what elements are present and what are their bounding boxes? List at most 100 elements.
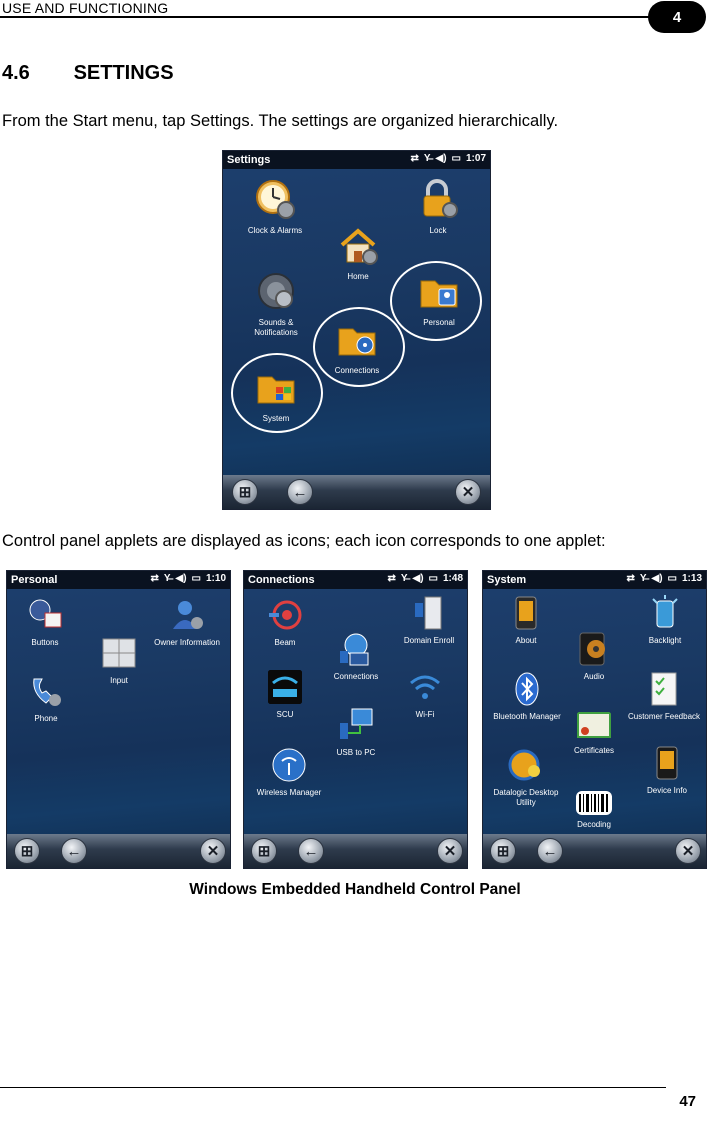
connections-title: Connections [248, 574, 315, 586]
signal-icon: Y̶ [163, 573, 171, 584]
speaker-icon: ◀) [435, 153, 447, 164]
figure-caption: Windows Embedded Handheld Control Panel [189, 881, 521, 898]
highlight-circle [313, 307, 405, 387]
connections-titlebar: Connections ⇄ Y̶ ◀) ▭ 1:48 [244, 571, 467, 589]
datalogic-desktop-utility-applet[interactable]: Datalogic Desktop Utility [489, 747, 563, 808]
bluetooth-icon [515, 672, 539, 706]
phone-applet[interactable]: Phone [21, 673, 71, 724]
owner-info-applet[interactable]: Owner Information [147, 597, 227, 648]
start-button[interactable]: ⊞ [251, 838, 277, 864]
applet-label: Backlight [648, 636, 682, 645]
applet-label: Clock & Alarms [247, 226, 303, 235]
sounds-applet[interactable]: Sounds & Notifications [241, 269, 311, 338]
globe-icon [340, 633, 369, 666]
usb-to-pc-applet[interactable]: USB to PC [330, 707, 382, 758]
back-button[interactable]: ← [287, 479, 313, 505]
device-info-applet[interactable]: Device Info [639, 745, 695, 796]
applet-label: Lock [429, 226, 447, 235]
system-title: System [487, 574, 527, 586]
back-button[interactable]: ← [298, 838, 324, 864]
status-icons: ⇄ Y̶ ◀) ▭ 1:07 [410, 153, 486, 164]
highlight-circle [390, 261, 482, 341]
wifi-icon [410, 675, 440, 699]
applet-label: Beam [274, 638, 296, 647]
scu-applet[interactable]: SCU [260, 669, 310, 720]
system-titlebar: System ⇄ Y̶ ◀) ▭ 1:13 [483, 571, 706, 589]
speaker-icon: ◀) [175, 573, 187, 584]
phone-icon [33, 678, 61, 706]
applet-label: Decoding [577, 820, 611, 829]
back-button[interactable]: ← [61, 838, 87, 864]
clock-alarms-applet[interactable]: Clock & Alarms [237, 177, 313, 236]
input-applet[interactable]: Input [93, 635, 145, 686]
domain-enroll-applet[interactable]: Domain Enroll [394, 595, 464, 646]
owner-icon [173, 601, 203, 629]
server-icon [415, 596, 442, 630]
close-button[interactable]: ✕ [200, 838, 226, 864]
beam-applet[interactable]: Beam [260, 597, 310, 648]
battery-icon: ▭ [191, 573, 201, 584]
wireless-manager-applet[interactable]: Wireless Manager [252, 747, 326, 798]
sync-icon: ⇄ [387, 573, 396, 584]
utility-icon [508, 749, 540, 781]
header-rule [0, 16, 652, 18]
close-button[interactable]: ✕ [437, 838, 463, 864]
sync-icon: ⇄ [410, 153, 419, 164]
sync-icon: ⇄ [150, 573, 159, 584]
audio-applet[interactable]: Audio [571, 631, 617, 682]
applet-label: Domain Enroll [403, 636, 455, 645]
applet-label: Bluetooth Manager [493, 712, 561, 721]
section-name: SETTINGS [73, 62, 174, 84]
certificate-icon [577, 712, 611, 738]
start-button[interactable]: ⊞ [232, 479, 258, 505]
start-button[interactable]: ⊞ [14, 838, 40, 864]
home-applet[interactable]: Home [327, 223, 389, 282]
bottom-bar: ⊞ ← ✕ [223, 475, 490, 509]
battery-icon: ▭ [451, 153, 461, 164]
connections-screenshot: Connections ⇄ Y̶ ◀) ▭ 1:48 Beam Domain E… [243, 570, 468, 869]
certificates-applet[interactable]: Certificates [569, 711, 619, 756]
clock-icon [256, 180, 295, 219]
applet-label: SCU [276, 710, 294, 719]
page-number: 47 [679, 1093, 696, 1110]
connections-item-applet[interactable]: Connections [328, 631, 384, 682]
start-button[interactable]: ⊞ [490, 838, 516, 864]
customer-feedback-applet[interactable]: Customer Feedback [623, 671, 705, 722]
wifi-applet[interactable]: Wi-Fi [400, 669, 450, 720]
applet-label: Input [110, 676, 128, 685]
applet-label: Device Info [646, 786, 688, 795]
highlight-circle [231, 353, 323, 433]
lock-applet[interactable]: Lock [403, 177, 473, 236]
personal-screenshot: Personal ⇄ Y̶ ◀) ▭ 1:10 Buttons Owner In… [6, 570, 231, 869]
antenna-icon [272, 748, 306, 782]
clock-time: 1:07 [465, 153, 486, 164]
usb-icon [340, 708, 373, 739]
section-title: 4.6 SETTINGS [2, 62, 174, 85]
about-applet[interactable]: About [501, 595, 551, 646]
bottom-bar: ⊞ ← ✕ [483, 834, 706, 868]
settings-screenshot: Settings ⇄ Y̶ ◀) ▭ 1:07 Clock & Alarms L… [222, 150, 491, 510]
lock-icon [423, 179, 458, 218]
buttons-applet[interactable]: Buttons [17, 597, 73, 648]
applet-label: Wireless Manager [256, 788, 322, 797]
audio-icon [579, 632, 605, 666]
clock-time: 1:13 [681, 573, 702, 584]
backlight-applet[interactable]: Backlight [637, 595, 693, 646]
settings-titlebar: Settings ⇄ Y̶ ◀) ▭ 1:07 [223, 151, 490, 169]
back-button[interactable]: ← [537, 838, 563, 864]
applet-label: Datalogic Desktop Utility [493, 788, 559, 807]
beam-icon [269, 600, 302, 630]
applet-label: Connections [333, 672, 379, 681]
applet-label: USB to PC [336, 748, 376, 757]
sync-icon: ⇄ [626, 573, 635, 584]
status-icons: ⇄ Y̶ ◀) ▭ 1:13 [626, 573, 702, 584]
applet-label: Wi-Fi [415, 710, 435, 719]
decoding-applet[interactable]: Decoding [569, 791, 619, 830]
battery-icon: ▭ [428, 573, 438, 584]
barcode-icon [576, 791, 612, 815]
close-button[interactable]: ✕ [455, 479, 481, 505]
close-button[interactable]: ✕ [675, 838, 701, 864]
bluetooth-manager-applet[interactable]: Bluetooth Manager [489, 671, 565, 722]
signal-icon: Y̶ [400, 573, 408, 584]
backlight-icon [652, 595, 678, 628]
